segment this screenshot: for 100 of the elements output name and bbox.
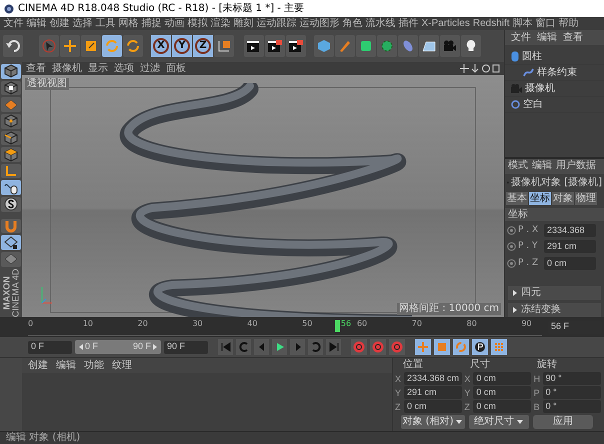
attribute-tab[interactable]: 对象 xyxy=(552,192,574,204)
coordinate-field[interactable]: 0 cm xyxy=(404,400,462,413)
auto-key-button[interactable] xyxy=(370,339,386,355)
start-frame-field[interactable]: 0 F xyxy=(28,340,72,354)
cloner-button[interactable] xyxy=(377,35,397,57)
viewport-menu-item[interactable]: 面板 xyxy=(166,62,186,74)
menu-item[interactable]: 编辑 xyxy=(25,18,48,30)
position-mode-dropdown[interactable]: 对象 (相对) xyxy=(401,415,465,429)
parameter-key-button[interactable] xyxy=(472,339,488,355)
menu-item[interactable]: 创建 xyxy=(48,18,71,30)
panel-menu-item[interactable]: 用户数据 xyxy=(556,160,596,172)
attribute-tab[interactable]: 基本 xyxy=(506,192,528,204)
panel-menu-item[interactable]: 模式 xyxy=(508,160,528,172)
coordinate-field[interactable]: 0 ° xyxy=(542,400,601,413)
viewport-menu-item[interactable]: 选项 xyxy=(114,62,134,74)
recent-tool-button[interactable] xyxy=(123,35,143,57)
lock-workplane-button[interactable] xyxy=(1,235,21,250)
end-frame-field[interactable]: 90 F xyxy=(164,340,208,354)
viewport-menu-item[interactable]: 过滤 xyxy=(140,62,160,74)
menu-item[interactable]: 捕捉 xyxy=(140,18,163,30)
object-row[interactable]: 空白 xyxy=(505,97,604,113)
viewport-menu-item[interactable]: 查看 xyxy=(26,62,46,74)
attribute-tab[interactable]: 物理 xyxy=(575,192,597,204)
previous-key-button[interactable] xyxy=(236,339,251,355)
subdivision-button[interactable] xyxy=(356,35,376,57)
object-row[interactable]: 摄像机 xyxy=(505,81,604,97)
undo-button[interactable] xyxy=(3,35,23,57)
panel-menu-item[interactable]: 创建 xyxy=(28,360,48,372)
object-row[interactable]: 样条约束 xyxy=(505,65,604,81)
magnet-button[interactable] xyxy=(1,218,21,234)
viewport-menu-item[interactable]: 摄像机 xyxy=(52,62,82,74)
render-settings-button[interactable] xyxy=(286,35,306,57)
value-field[interactable]: 0 cm xyxy=(544,256,596,270)
panel-menu-item[interactable]: 纹理 xyxy=(112,360,132,372)
menu-item[interactable]: 选择 xyxy=(71,18,94,30)
menu-item[interactable]: 流水线 xyxy=(364,18,397,30)
coordinate-field[interactable]: 0 cm xyxy=(473,400,532,413)
size-mode-dropdown[interactable]: 绝对尺寸 xyxy=(469,415,529,429)
panel-menu-item[interactable]: 编辑 xyxy=(56,360,76,372)
panel-menu-item[interactable]: 编辑 xyxy=(537,32,557,44)
coordinate-field[interactable]: 0 ° xyxy=(542,386,601,399)
render-view-button[interactable] xyxy=(244,35,264,57)
play-button[interactable] xyxy=(272,339,287,355)
coordinate-field[interactable]: 0 cm xyxy=(473,372,532,385)
menu-item[interactable]: 帮助 xyxy=(557,18,580,30)
cube-object-button[interactable] xyxy=(314,35,334,57)
value-field[interactable]: 291 cm xyxy=(544,240,596,254)
polygons-mode-button[interactable] xyxy=(1,147,21,162)
menu-item[interactable]: 雕刻 xyxy=(232,18,255,30)
viewport-menu-item[interactable]: 显示 xyxy=(88,62,108,74)
axis-lock-button[interactable]: X xyxy=(151,35,171,57)
edges-mode-button[interactable] xyxy=(1,130,21,146)
camera-button[interactable] xyxy=(440,35,460,57)
menu-item[interactable]: Redshift xyxy=(471,18,512,30)
menu-item[interactable]: 角色 xyxy=(341,18,364,30)
select-tool-button[interactable] xyxy=(39,35,59,57)
menu-item[interactable]: X-Particles xyxy=(420,18,472,30)
previous-frame-button[interactable] xyxy=(254,339,269,355)
texture-mode-button[interactable] xyxy=(1,80,21,96)
panel-menu-item[interactable]: 文件 xyxy=(511,32,531,44)
coordinate-field[interactable]: 0 cm xyxy=(473,386,532,399)
menu-item[interactable]: 网格 xyxy=(117,18,140,30)
panel-menu-item[interactable]: 编辑 xyxy=(532,160,552,172)
scale-tool-button[interactable] xyxy=(81,35,101,57)
menu-item[interactable]: 模拟 xyxy=(186,18,209,30)
go-to-end-button[interactable] xyxy=(326,339,341,355)
snap-button[interactable] xyxy=(1,197,21,212)
menu-item[interactable]: 渲染 xyxy=(209,18,232,30)
frame-range-slider[interactable]: 0 F 90 F xyxy=(75,340,161,354)
apply-button[interactable]: 应用 xyxy=(533,415,593,429)
floor-button[interactable] xyxy=(419,35,439,57)
next-frame-button[interactable] xyxy=(290,339,305,355)
panel-menu-item[interactable]: 查看 xyxy=(563,32,583,44)
grid-button[interactable] xyxy=(1,252,21,267)
axis-mode-button[interactable] xyxy=(1,164,21,178)
light-button[interactable] xyxy=(461,35,481,57)
deformer-button[interactable] xyxy=(398,35,418,57)
menu-item[interactable]: 动画 xyxy=(163,18,186,30)
coordinate-system-button[interactable] xyxy=(214,35,234,57)
coordinate-field[interactable]: 291 cm xyxy=(404,386,462,399)
model-mode-button[interactable] xyxy=(1,64,21,79)
view-navigation-icon[interactable] xyxy=(460,64,500,73)
tweak-mode-button[interactable] xyxy=(1,180,21,196)
pen-tool-button[interactable] xyxy=(335,35,355,57)
coordinate-field[interactable]: 2334.368 cm xyxy=(404,372,462,385)
value-field[interactable]: 2334.368 xyxy=(544,224,596,237)
menu-item[interactable]: 窗口 xyxy=(534,18,558,30)
menu-item[interactable]: 运动跟踪 xyxy=(255,18,298,30)
menu-item[interactable]: 工具 xyxy=(94,18,117,30)
menu-item[interactable]: 运动图形 xyxy=(298,18,341,30)
next-key-button[interactable] xyxy=(308,339,323,355)
playhead[interactable] xyxy=(334,320,340,332)
axis-lock-button[interactable]: Z xyxy=(193,35,213,57)
axis-lock-button[interactable]: Y xyxy=(172,35,192,57)
coordinate-field[interactable]: 90 ° xyxy=(542,372,601,385)
render-picture-button[interactable] xyxy=(265,35,285,57)
record-key-button[interactable] xyxy=(351,339,367,355)
menu-item[interactable]: 文件 xyxy=(2,18,25,30)
go-to-start-button[interactable] xyxy=(218,339,233,355)
move-tool-button[interactable] xyxy=(60,35,80,57)
